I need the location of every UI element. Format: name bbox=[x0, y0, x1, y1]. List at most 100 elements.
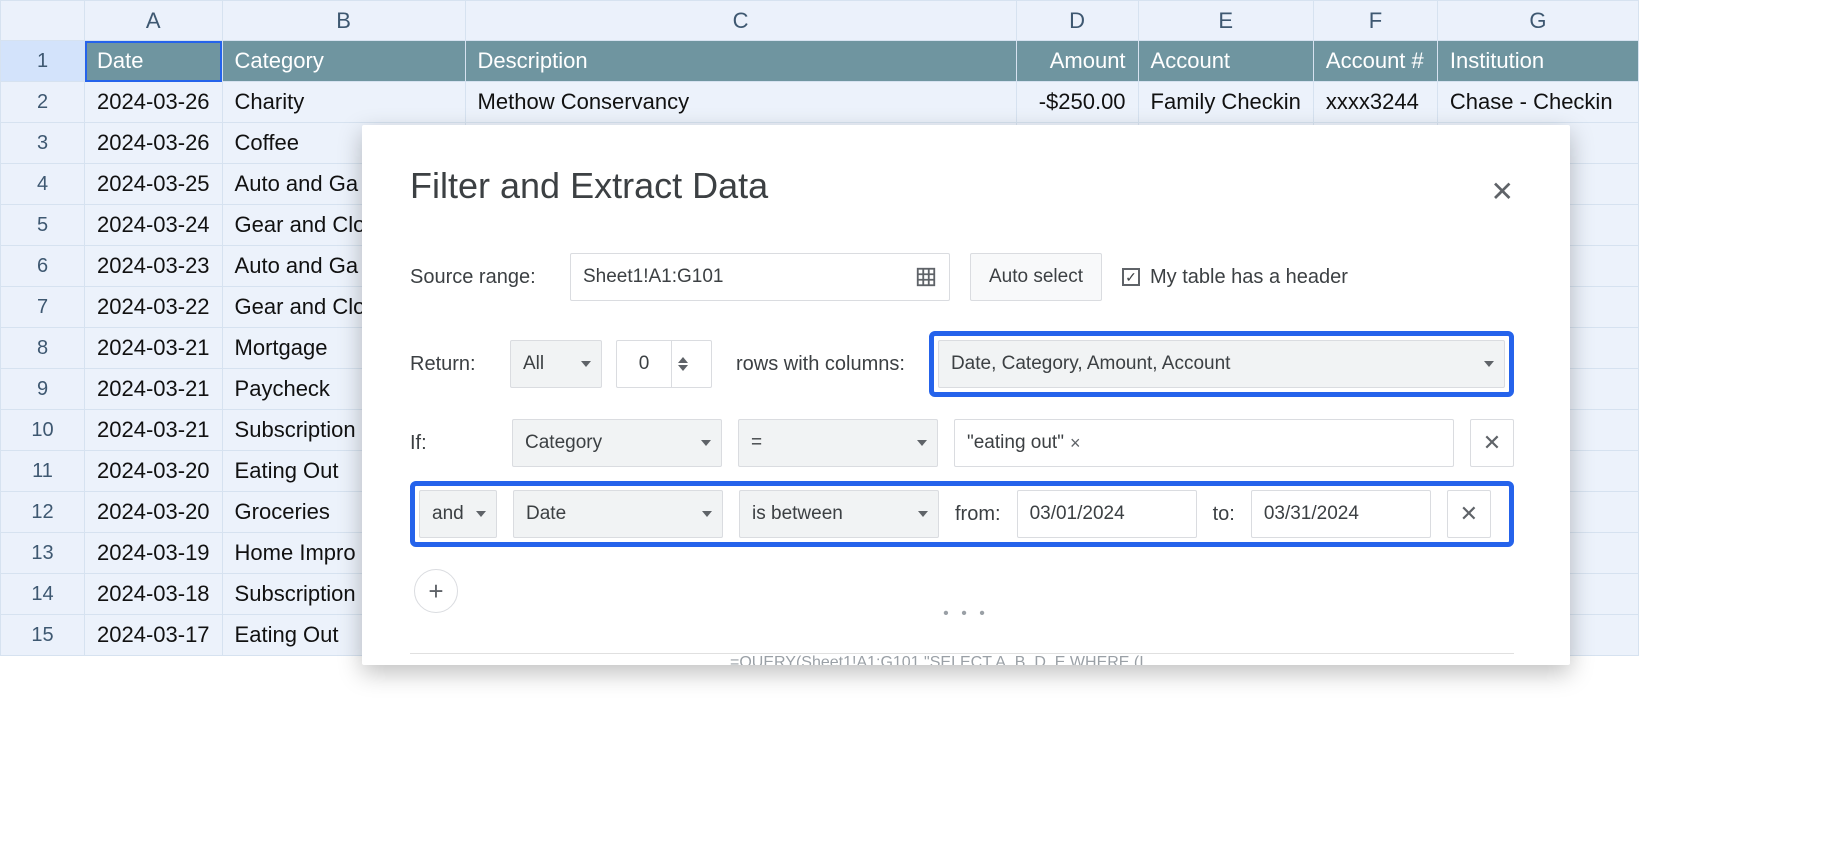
to-date-value: 03/31/2024 bbox=[1264, 503, 1359, 525]
cell[interactable]: Methow Conservancy bbox=[465, 82, 1016, 123]
cell[interactable]: Family Checkin bbox=[1138, 82, 1313, 123]
cell[interactable]: 2024-03-18 bbox=[85, 574, 223, 615]
return-count-value: 0 bbox=[617, 353, 671, 375]
header-cell[interactable]: Date bbox=[85, 41, 223, 82]
row-header[interactable]: 8 bbox=[1, 328, 85, 369]
stepper-down-icon[interactable] bbox=[678, 365, 688, 371]
cell[interactable]: -$250.00 bbox=[1016, 82, 1138, 123]
header-cell[interactable]: Institution bbox=[1437, 41, 1638, 82]
cond1-value-input[interactable]: "eating out" × bbox=[954, 419, 1454, 467]
return-mode-select[interactable]: All bbox=[510, 340, 602, 388]
chevron-down-icon bbox=[918, 511, 928, 517]
cell[interactable]: 2024-03-20 bbox=[85, 492, 223, 533]
if-label: If: bbox=[410, 432, 496, 455]
chevron-down-icon bbox=[702, 511, 712, 517]
to-date-input[interactable]: 03/31/2024 bbox=[1251, 490, 1431, 538]
cell[interactable]: 2024-03-25 bbox=[85, 164, 223, 205]
cell[interactable]: 2024-03-17 bbox=[85, 615, 223, 656]
header-cell[interactable]: Category bbox=[222, 41, 465, 82]
row-header[interactable]: 10 bbox=[1, 410, 85, 451]
cond1-operator-select[interactable]: = bbox=[738, 419, 938, 467]
has-header-label: My table has a header bbox=[1150, 266, 1348, 289]
columns-select[interactable]: Date, Category, Amount, Account bbox=[938, 340, 1505, 388]
stepper-up-icon[interactable] bbox=[678, 357, 688, 363]
cell[interactable]: xxxx3244 bbox=[1313, 82, 1437, 123]
from-label: from: bbox=[955, 503, 1001, 526]
cell[interactable]: 2024-03-21 bbox=[85, 328, 223, 369]
source-range-label: Source range: bbox=[410, 266, 550, 289]
return-mode-value: All bbox=[523, 353, 544, 375]
column-header[interactable]: G bbox=[1437, 1, 1638, 41]
cond1-field-value: Category bbox=[525, 432, 602, 454]
range-picker-icon[interactable] bbox=[915, 266, 937, 288]
remove-condition-button[interactable]: ✕ bbox=[1447, 490, 1491, 538]
columns-highlight: Date, Category, Amount, Account bbox=[929, 331, 1514, 397]
source-range-input[interactable]: Sheet1!A1:G101 bbox=[570, 253, 950, 301]
column-header[interactable]: F bbox=[1313, 1, 1437, 41]
cell[interactable]: Charity bbox=[222, 82, 465, 123]
header-cell[interactable]: Amount bbox=[1016, 41, 1138, 82]
corner-cell[interactable] bbox=[1, 1, 85, 41]
remove-condition-button[interactable]: ✕ bbox=[1470, 419, 1514, 467]
return-count-stepper[interactable]: 0 bbox=[616, 340, 712, 388]
row-header[interactable]: 9 bbox=[1, 369, 85, 410]
query-formula-preview: =QUERY(Sheet1!A1:G101,"SELECT A, B, D, E… bbox=[730, 654, 1144, 665]
row-header[interactable]: 1 bbox=[1, 41, 85, 82]
fade-overlay bbox=[0, 686, 1834, 866]
column-header[interactable]: C bbox=[465, 1, 1016, 41]
header-cell[interactable]: Account # bbox=[1313, 41, 1437, 82]
cond2-join-select[interactable]: and bbox=[419, 490, 497, 538]
cell[interactable]: 2024-03-24 bbox=[85, 205, 223, 246]
cond2-operator-value: is between bbox=[752, 503, 843, 525]
cell[interactable]: Chase - Checkin bbox=[1437, 82, 1638, 123]
cell[interactable]: 2024-03-19 bbox=[85, 533, 223, 574]
row-header[interactable]: 14 bbox=[1, 574, 85, 615]
cond2-join-value: and bbox=[432, 503, 464, 525]
header-cell[interactable]: Description bbox=[465, 41, 1016, 82]
row-header[interactable]: 7 bbox=[1, 287, 85, 328]
header-cell[interactable]: Account bbox=[1138, 41, 1313, 82]
row-header[interactable]: 15 bbox=[1, 615, 85, 656]
cond1-value-text: "eating out" bbox=[967, 432, 1064, 454]
to-label: to: bbox=[1213, 503, 1235, 526]
row-header[interactable]: 3 bbox=[1, 123, 85, 164]
row-header[interactable]: 11 bbox=[1, 451, 85, 492]
columns-selected-value: Date, Category, Amount, Account bbox=[951, 353, 1231, 375]
row-header[interactable]: 6 bbox=[1, 246, 85, 287]
cell[interactable]: 2024-03-26 bbox=[85, 123, 223, 164]
auto-select-button[interactable]: Auto select bbox=[970, 253, 1102, 301]
cell[interactable]: 2024-03-26 bbox=[85, 82, 223, 123]
cond2-highlight: and Date is between from: 03/01/2024 to:… bbox=[410, 481, 1514, 547]
cond2-operator-select[interactable]: is between bbox=[739, 490, 939, 538]
cell[interactable]: 2024-03-20 bbox=[85, 451, 223, 492]
from-date-input[interactable]: 03/01/2024 bbox=[1017, 490, 1197, 538]
column-header[interactable]: D bbox=[1016, 1, 1138, 41]
chevron-down-icon bbox=[1484, 361, 1494, 367]
column-header[interactable]: B bbox=[222, 1, 465, 41]
row-header[interactable]: 13 bbox=[1, 533, 85, 574]
close-icon[interactable]: ✕ bbox=[1491, 175, 1514, 208]
rows-with-columns-label: rows with columns: bbox=[736, 353, 905, 376]
cond1-operator-value: = bbox=[751, 432, 762, 454]
filter-extract-dialog: Filter and Extract Data ✕ Source range: … bbox=[362, 125, 1570, 665]
has-header-checkbox[interactable]: My table has a header bbox=[1122, 266, 1348, 289]
cond1-field-select[interactable]: Category bbox=[512, 419, 722, 467]
row-header[interactable]: 12 bbox=[1, 492, 85, 533]
chevron-down-icon bbox=[476, 511, 486, 517]
row-header[interactable]: 2 bbox=[1, 82, 85, 123]
row-header[interactable]: 4 bbox=[1, 164, 85, 205]
column-header[interactable]: E bbox=[1138, 1, 1313, 41]
return-label: Return: bbox=[410, 353, 496, 376]
checkbox-check-icon bbox=[1122, 268, 1140, 286]
cell[interactable]: 2024-03-21 bbox=[85, 369, 223, 410]
clear-value-icon[interactable]: × bbox=[1070, 433, 1081, 454]
drag-handle-icon[interactable]: • • • bbox=[943, 605, 989, 623]
column-header[interactable]: A bbox=[85, 1, 223, 41]
cell[interactable]: 2024-03-23 bbox=[85, 246, 223, 287]
cell[interactable]: 2024-03-21 bbox=[85, 410, 223, 451]
cell[interactable]: 2024-03-22 bbox=[85, 287, 223, 328]
from-date-value: 03/01/2024 bbox=[1030, 503, 1125, 525]
row-header[interactable]: 5 bbox=[1, 205, 85, 246]
cond2-field-select[interactable]: Date bbox=[513, 490, 723, 538]
add-condition-button[interactable]: + bbox=[414, 569, 458, 613]
